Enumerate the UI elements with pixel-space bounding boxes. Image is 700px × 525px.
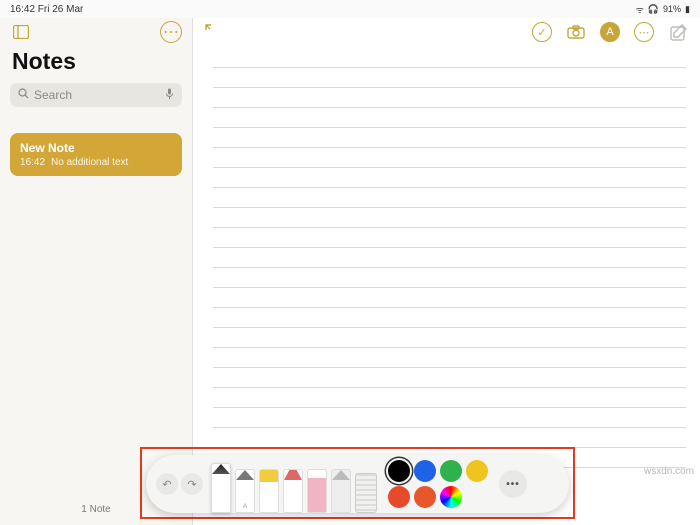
search-placeholder: Search xyxy=(34,88,72,102)
status-right: ᯤ 🎧 91% ▮ xyxy=(636,3,690,16)
color-picker-icon[interactable] xyxy=(440,486,462,508)
sidebar-toggle-icon[interactable] xyxy=(10,21,32,43)
expand-icon[interactable] xyxy=(205,24,219,41)
undo-button[interactable]: ↶ xyxy=(156,473,178,495)
note-toolbar: ✓ A ⋯ xyxy=(193,18,700,46)
redo-button[interactable]: ↷ xyxy=(181,473,203,495)
pencil-tool[interactable]: A xyxy=(235,469,255,513)
note-canvas[interactable] xyxy=(213,48,686,511)
tool-palette: ↶ ↷ A ••• xyxy=(146,455,569,513)
camera-icon[interactable] xyxy=(566,22,586,42)
color-blue[interactable] xyxy=(414,460,436,482)
note-title: New Note xyxy=(20,141,172,155)
search-icon xyxy=(18,88,29,102)
palette-more-button[interactable]: ••• xyxy=(499,470,527,498)
highlighter-tool[interactable] xyxy=(259,469,279,513)
checklist-icon[interactable]: ✓ xyxy=(532,22,552,42)
mic-icon[interactable] xyxy=(165,88,174,103)
drawing-tools: A xyxy=(211,455,377,513)
status-time: 16:42 Fri 26 Mar xyxy=(10,4,83,15)
compose-icon[interactable] xyxy=(668,22,688,42)
note-subtitle: No additional text xyxy=(51,157,128,168)
eraser-tool[interactable] xyxy=(307,469,327,513)
color-swatches xyxy=(388,460,488,508)
ruler-tool[interactable] xyxy=(355,473,377,513)
battery-icon: ▮ xyxy=(685,4,690,15)
color-green[interactable] xyxy=(440,460,462,482)
more-options-icon[interactable]: ⋯ xyxy=(160,21,182,43)
wifi-icon: ᯤ xyxy=(636,3,644,16)
note-list-item[interactable]: New Note 16:42 No additional text xyxy=(10,133,182,176)
toolbar-more-icon[interactable]: ⋯ xyxy=(634,22,654,42)
watermark: wsxdn.com xyxy=(644,466,694,477)
color-yellow[interactable] xyxy=(466,460,488,482)
color-black[interactable] xyxy=(388,460,410,482)
pen-tool[interactable] xyxy=(211,463,231,513)
note-time: 16:42 xyxy=(20,157,45,168)
sidebar-title: Notes xyxy=(0,46,192,79)
lasso-tool[interactable] xyxy=(331,469,351,513)
battery-pct: 91% xyxy=(663,4,681,14)
search-input[interactable]: Search xyxy=(10,83,182,107)
crayon-tool[interactable] xyxy=(283,469,303,513)
color-orange[interactable] xyxy=(414,486,436,508)
headphones-icon: 🎧 xyxy=(648,4,659,15)
color-red[interactable] xyxy=(388,486,410,508)
status-bar: 16:42 Fri 26 Mar ᯤ 🎧 91% ▮ xyxy=(0,0,700,18)
markup-icon[interactable]: A xyxy=(600,22,620,42)
